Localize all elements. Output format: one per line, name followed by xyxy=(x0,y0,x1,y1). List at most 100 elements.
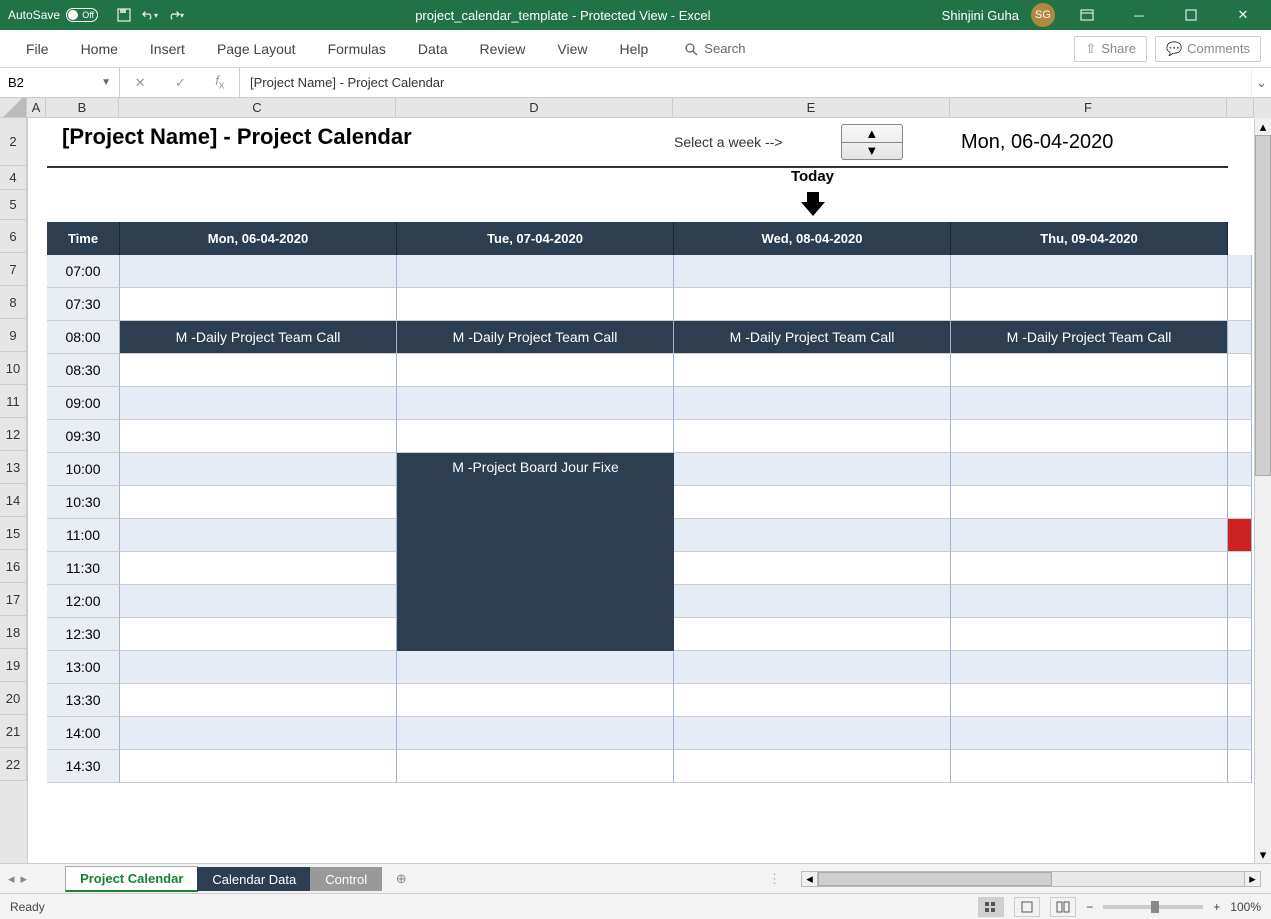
tab-review[interactable]: Review xyxy=(464,33,542,65)
col-header-c[interactable]: C xyxy=(119,98,396,118)
name-box[interactable]: B2▼ xyxy=(0,68,120,97)
calendar-cell[interactable] xyxy=(1228,321,1252,354)
tab-home[interactable]: Home xyxy=(65,33,134,65)
share-button[interactable]: ⇧Share xyxy=(1074,36,1147,62)
week-spinner[interactable]: ▲ ▼ xyxy=(841,124,903,160)
close-button[interactable]: ✕ xyxy=(1223,0,1263,30)
scroll-right-icon[interactable]: ▸ xyxy=(1244,872,1260,886)
event-daily-call[interactable]: M -Daily Project Team Call xyxy=(120,321,397,354)
calendar-cell[interactable] xyxy=(397,387,674,420)
scroll-down-icon[interactable]: ▾ xyxy=(1255,846,1271,863)
zoom-out-button[interactable]: − xyxy=(1086,900,1093,914)
event-daily-call[interactable]: M -Daily Project Team Call xyxy=(951,321,1228,354)
calendar-cell[interactable] xyxy=(951,618,1228,651)
calendar-cell[interactable] xyxy=(951,585,1228,618)
calendar-cell[interactable] xyxy=(951,684,1228,717)
select-all-button[interactable] xyxy=(0,98,27,118)
event-board-jour-fixe[interactable]: M -Project Board Jour Fixe xyxy=(397,453,674,651)
calendar-cell[interactable] xyxy=(120,354,397,387)
expand-formula-icon[interactable]: ⌄ xyxy=(1251,68,1271,97)
calendar-cell[interactable] xyxy=(120,387,397,420)
calendar-cell[interactable] xyxy=(674,552,951,585)
calendar-cell[interactable] xyxy=(397,420,674,453)
maximize-button[interactable] xyxy=(1171,0,1211,30)
calendar-cell[interactable] xyxy=(397,288,674,321)
calendar-cell[interactable] xyxy=(1228,486,1252,519)
calendar-cell[interactable] xyxy=(674,519,951,552)
scroll-left-icon[interactable]: ◂ xyxy=(802,872,818,886)
row-header-10[interactable]: 10 xyxy=(0,352,27,385)
event-daily-call[interactable]: M -Daily Project Team Call xyxy=(397,321,674,354)
col-header-g[interactable] xyxy=(1227,98,1254,118)
tab-help[interactable]: Help xyxy=(604,33,665,65)
tab-next-icon[interactable]: ▸ xyxy=(21,871,28,887)
calendar-cell[interactable] xyxy=(674,387,951,420)
sheet-tab-calendar-data[interactable]: Calendar Data xyxy=(197,867,311,891)
calendar-cell[interactable] xyxy=(120,519,397,552)
page-layout-view-icon[interactable] xyxy=(1014,897,1040,917)
row-header-16[interactable]: 16 xyxy=(0,550,27,583)
calendar-cell[interactable] xyxy=(397,750,674,783)
row-header-9[interactable]: 9 xyxy=(0,319,27,352)
row-header-7[interactable]: 7 xyxy=(0,253,27,286)
col-header-f[interactable]: F xyxy=(950,98,1227,118)
calendar-cell[interactable] xyxy=(951,387,1228,420)
calendar-cell[interactable] xyxy=(674,585,951,618)
row-header-6[interactable]: 6 xyxy=(0,220,27,253)
row-header-22[interactable]: 22 xyxy=(0,748,27,781)
calendar-cell[interactable] xyxy=(1228,618,1252,651)
fx-icon[interactable]: fx xyxy=(215,73,224,92)
calendar-cell[interactable] xyxy=(397,354,674,387)
calendar-cell[interactable] xyxy=(120,288,397,321)
sheet-tab-control[interactable]: Control xyxy=(310,867,382,891)
calendar-cell[interactable] xyxy=(120,486,397,519)
calendar-cell[interactable] xyxy=(120,585,397,618)
chevron-down-icon[interactable]: ▼ xyxy=(101,77,111,88)
calendar-cell[interactable] xyxy=(120,420,397,453)
row-header-11[interactable]: 11 xyxy=(0,385,27,418)
calendar-cell[interactable] xyxy=(120,750,397,783)
row-header-21[interactable]: 21 xyxy=(0,715,27,748)
tab-formulas[interactable]: Formulas xyxy=(312,33,402,65)
calendar-cell[interactable] xyxy=(674,750,951,783)
calendar-cell[interactable] xyxy=(951,255,1228,288)
calendar-cell[interactable] xyxy=(674,453,951,486)
calendar-cell[interactable] xyxy=(951,552,1228,585)
calendar-cell[interactable] xyxy=(674,717,951,750)
scroll-thumb[interactable] xyxy=(1255,135,1271,476)
calendar-cell[interactable] xyxy=(951,651,1228,684)
calendar-cell[interactable] xyxy=(951,288,1228,321)
calendar-cell[interactable] xyxy=(951,717,1228,750)
undo-icon[interactable]: ▾ xyxy=(142,7,158,23)
tab-file[interactable]: File xyxy=(10,33,65,65)
calendar-cell[interactable] xyxy=(1228,288,1252,321)
calendar-cell[interactable] xyxy=(120,651,397,684)
calendar-cell[interactable] xyxy=(120,255,397,288)
row-header-20[interactable]: 20 xyxy=(0,682,27,715)
calendar-cell[interactable] xyxy=(1228,585,1252,618)
calendar-cell[interactable] xyxy=(674,684,951,717)
tab-prev-icon[interactable]: ◂ xyxy=(8,871,15,887)
row-header-14[interactable]: 14 xyxy=(0,484,27,517)
red-marker-cell[interactable] xyxy=(1228,519,1252,552)
calendar-cell[interactable] xyxy=(1228,552,1252,585)
calendar-cell[interactable] xyxy=(951,420,1228,453)
tab-data[interactable]: Data xyxy=(402,33,464,65)
calendar-cell[interactable] xyxy=(951,453,1228,486)
row-header-15[interactable]: 15 xyxy=(0,517,27,550)
calendar-cell[interactable] xyxy=(674,255,951,288)
vertical-scrollbar[interactable]: ▴ ▾ xyxy=(1254,118,1271,863)
horizontal-scrollbar[interactable]: ◂ ▸ xyxy=(801,871,1261,887)
event-daily-call[interactable]: M -Daily Project Team Call xyxy=(674,321,951,354)
zoom-in-button[interactable]: + xyxy=(1213,900,1220,914)
sheet-tab-project-calendar[interactable]: Project Calendar xyxy=(65,866,198,892)
zoom-slider[interactable] xyxy=(1103,905,1203,909)
tab-page-layout[interactable]: Page Layout xyxy=(201,33,312,65)
tab-insert[interactable]: Insert xyxy=(134,33,201,65)
cancel-icon[interactable]: ✕ xyxy=(135,75,146,91)
row-header-17[interactable]: 17 xyxy=(0,583,27,616)
calendar-cell[interactable] xyxy=(397,684,674,717)
col-header-a[interactable]: A xyxy=(27,98,46,118)
calendar-cell[interactable] xyxy=(951,354,1228,387)
calendar-cell[interactable] xyxy=(951,486,1228,519)
